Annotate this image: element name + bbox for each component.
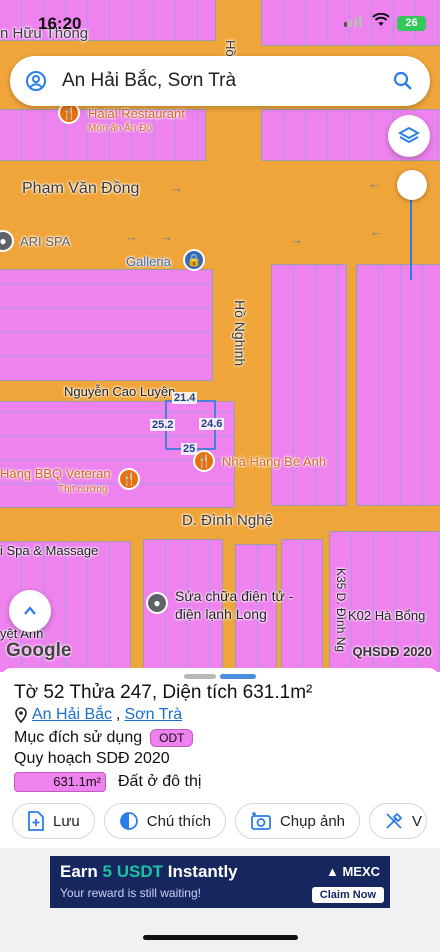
land-block [271, 264, 347, 506]
parcel-dim-left: 25.2 [150, 419, 176, 431]
land-block [0, 269, 213, 381]
one-way-arrow: ← [368, 176, 381, 191]
more-tools-button[interactable]: V [369, 803, 428, 839]
tools-icon [386, 812, 403, 829]
street-label: K35 D. Đình Ng [334, 568, 348, 653]
land-block [281, 539, 323, 672]
land-type-label: Đất ở đô thị [118, 773, 202, 790]
district-link[interactable]: Sơn Trà [125, 706, 183, 724]
ad-subline: Your reward is still waiting! [60, 886, 201, 900]
account-icon[interactable] [24, 69, 48, 93]
save-button[interactable]: Lưu [12, 803, 95, 839]
ad-cta-button[interactable]: Claim Now [311, 887, 384, 903]
poi-label[interactable]: Sửa chữa điện tử - [175, 588, 293, 604]
area-value-badge: 631.1m² [14, 772, 106, 792]
street-label: D. Đình Nghệ [182, 512, 273, 529]
restaurant-pin-icon[interactable]: 🍴 [118, 468, 140, 490]
poi-label[interactable]: Halal Restaurant [88, 106, 185, 121]
street-label: Hồ Nghinh [232, 300, 248, 367]
wifi-icon [372, 12, 390, 31]
ad-brand: ▲ MEXC [325, 864, 380, 879]
purpose-label: Mục đích sử dụng [14, 729, 143, 746]
opacity-slider-handle[interactable] [397, 170, 427, 200]
ward-link[interactable]: An Hải Bắc [32, 706, 112, 724]
parcel-dim-bottom: 25 [181, 443, 198, 455]
plan-label: Quy hoạch SDĐ 2020 [14, 750, 170, 767]
purpose-code-badge: ODT [150, 729, 194, 747]
chevron-up-icon [24, 606, 36, 615]
parcel-dim-top: 21.4 [172, 392, 198, 404]
place-pin-icon[interactable]: ● [0, 230, 14, 252]
status-bar: 16:20 26 [0, 0, 440, 46]
legend-button[interactable]: Chú thích [103, 803, 226, 839]
expand-sheet-button[interactable] [9, 590, 51, 632]
poi-sublabel: Thịt nướng [58, 484, 108, 495]
land-block [356, 264, 440, 506]
street-label: K02 Hà Bổng [348, 608, 426, 623]
poi-sublabel: Món ăn Ấn Độ [88, 123, 152, 134]
layers-button[interactable] [388, 115, 430, 157]
street-label: Phạm Văn Đồng [22, 180, 140, 197]
ad-headline: Earn 5 USDT Instantly [60, 862, 238, 881]
opacity-slider-track[interactable] [410, 190, 412, 280]
parcel-location: An Hải Bắc , Sơn Trà [14, 706, 182, 724]
legend-label: Chú thích [146, 812, 211, 830]
battery-icon: 26 [397, 16, 426, 31]
poi-label[interactable]: Hàng BBQ Veteran [0, 466, 111, 481]
sheet-handle-active[interactable] [220, 674, 256, 679]
search-text[interactable]: An Hải Bắc, Sơn Trà [62, 70, 236, 92]
add-camera-icon [251, 812, 271, 830]
parcel-title: Tờ 52 Thửa 247, Diện tích 631.1m² [14, 682, 313, 703]
home-indicator[interactable] [143, 935, 298, 940]
ad-banner[interactable]: Earn 5 USDT Instantly Your reward is sti… [50, 856, 390, 908]
area-row: 631.1m² Đất ở đô thị [14, 772, 201, 792]
search-bar[interactable]: An Hải Bắc, Sơn Trà [10, 56, 430, 106]
street-label: Nguyễn Cao Luyện [64, 384, 176, 399]
clock: 16:20 [38, 14, 82, 33]
poi-label[interactable]: ARI SPA [20, 234, 70, 249]
google-logo: Google [6, 640, 72, 661]
layer-name-label: QHSDĐ 2020 [352, 644, 432, 659]
one-way-arrow: → [125, 229, 138, 244]
parcel-dim-right: 24.6 [199, 418, 225, 430]
place-pin-icon[interactable]: ● [146, 592, 168, 614]
photo-button[interactable]: Chụp ảnh [234, 803, 361, 839]
poi-label[interactable]: i Spa & Massage [0, 543, 98, 558]
ad-area: Earn 5 USDT Instantly Your reward is sti… [0, 848, 440, 952]
location-separator: , [116, 706, 121, 723]
poi-label[interactable]: Galleria [126, 254, 171, 269]
save-label: Lưu [53, 812, 80, 830]
signal-icon [344, 16, 362, 27]
sheet-handle[interactable] [184, 674, 216, 679]
search-icon[interactable] [392, 70, 414, 92]
one-way-arrow: → [160, 229, 173, 244]
add-document-icon [28, 811, 44, 831]
more-tools-label: V [412, 812, 423, 830]
location-pin-icon [15, 707, 27, 723]
parcel-info-sheet[interactable]: Tờ 52 Thửa 247, Diện tích 631.1m² An Hải… [0, 668, 440, 848]
poi-label[interactable]: điện lạnh Long [175, 606, 267, 622]
one-way-arrow: → [290, 232, 303, 247]
one-way-arrow: → [170, 180, 183, 195]
photo-label: Chụp ảnh [279, 812, 346, 830]
land-purpose-row: Mục đích sử dụng ODT [14, 729, 194, 747]
layers-icon [398, 126, 420, 144]
shopping-pin-icon[interactable]: 🔒 [183, 249, 205, 271]
one-way-arrow: ← [370, 224, 383, 239]
contrast-icon [119, 812, 138, 830]
poi-label[interactable]: Nhà Hàng Bé Anh [222, 454, 326, 469]
action-row: Lưu Chú thích Chụp ảnh V [12, 803, 428, 839]
